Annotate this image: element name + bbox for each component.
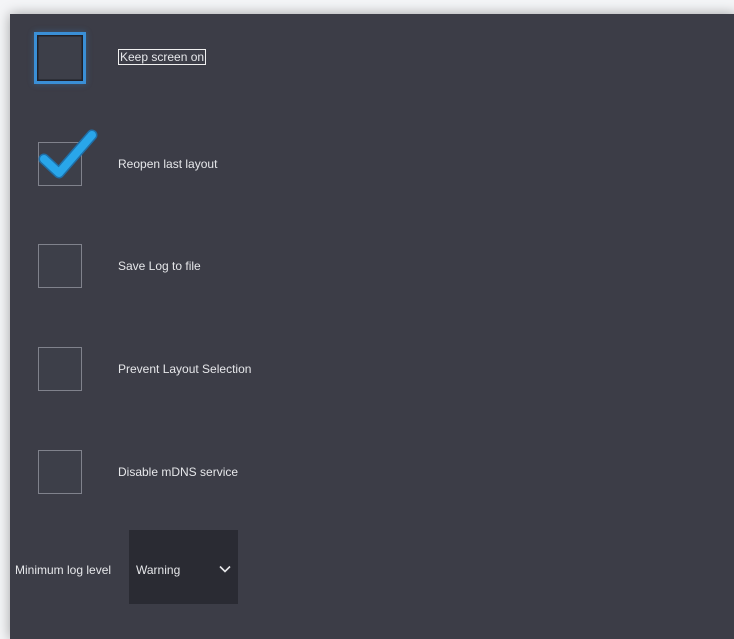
reopen-last-layout-option[interactable]: Reopen last layout (10, 129, 734, 212)
reopen-last-layout-checkbox[interactable] (38, 129, 98, 186)
checkmark-icon (38, 129, 98, 179)
disable-mdns-option[interactable]: Disable mDNS service (10, 450, 734, 520)
prevent-layout-selection-option[interactable]: Prevent Layout Selection (10, 347, 734, 417)
log-level-row: Minimum log level Warning (10, 530, 734, 606)
chevron-down-icon (219, 565, 231, 573)
save-log-checkbox[interactable] (38, 244, 82, 288)
disable-mdns-label[interactable]: Disable mDNS service (118, 464, 238, 480)
keep-screen-on-checkbox[interactable] (34, 32, 86, 84)
log-level-label: Minimum log level (15, 563, 112, 577)
disable-mdns-checkbox[interactable] (38, 450, 82, 494)
prevent-layout-selection-checkbox[interactable] (38, 347, 82, 391)
settings-panel: Keep screen on Reopen last layout Save L… (10, 14, 734, 639)
prevent-layout-selection-label[interactable]: Prevent Layout Selection (118, 361, 251, 377)
save-log-label[interactable]: Save Log to file (118, 258, 201, 274)
reopen-last-layout-label[interactable]: Reopen last layout (118, 156, 217, 172)
keep-screen-on-label[interactable]: Keep screen on (118, 49, 207, 65)
log-level-value: Warning (136, 563, 181, 577)
save-log-option[interactable]: Save Log to file (10, 244, 734, 314)
log-level-select[interactable]: Warning (129, 530, 238, 604)
keep-screen-on-option[interactable]: Keep screen on (10, 32, 734, 106)
